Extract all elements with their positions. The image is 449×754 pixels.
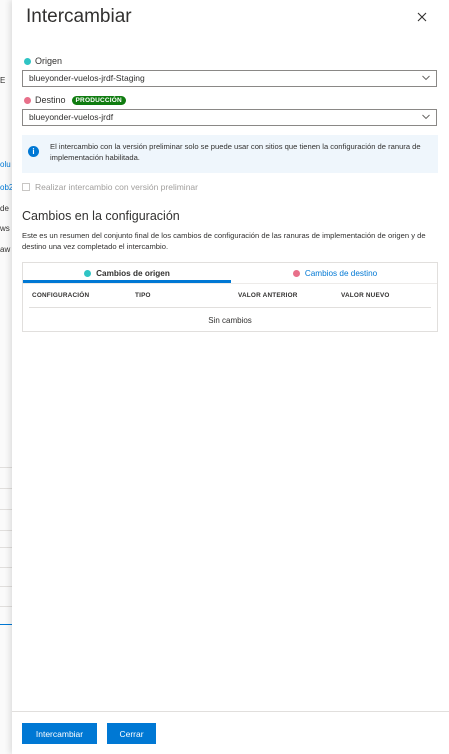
- background-divider: [0, 586, 12, 587]
- target-dot-icon: [292, 269, 300, 277]
- panel-title: Intercambiar: [26, 6, 132, 27]
- close-icon[interactable]: [415, 10, 429, 24]
- background-divider: [0, 606, 12, 607]
- chevron-down-icon: [422, 75, 430, 81]
- production-badge: PRODUCCIÓN: [71, 95, 126, 105]
- source-label-row: Origen: [24, 56, 62, 66]
- changes-tabs: Cambios de origen Cambios de destino CON…: [22, 262, 438, 332]
- background-divider: [0, 467, 12, 468]
- background-fragment: de: [0, 204, 9, 213]
- source-select[interactable]: blueyonder-vuelos-jrdf-Staging: [22, 70, 437, 87]
- info-text: El intercambio con la versión preliminar…: [50, 142, 421, 162]
- swap-button[interactable]: Intercambiar: [22, 723, 97, 744]
- background-fragment: ws: [0, 224, 10, 233]
- target-label: Destino: [35, 95, 66, 105]
- footer-divider: [12, 711, 449, 712]
- background-fragment: olu: [0, 160, 11, 169]
- config-changes-title: Cambios en la configuración: [22, 209, 180, 223]
- info-icon: i: [28, 146, 39, 157]
- table-header-divider: [29, 307, 431, 308]
- empty-changes-message: Sin cambios: [208, 316, 252, 325]
- tab-source-changes-label: Cambios de origen: [96, 268, 170, 278]
- background-divider: [0, 624, 12, 625]
- config-changes-description: Este es un resumen del conjunto final de…: [22, 231, 426, 251]
- column-header-configuration[interactable]: CONFIGURACIÓN: [32, 292, 89, 299]
- preview-swap-checkbox[interactable]: [22, 183, 30, 191]
- target-select-value: blueyonder-vuelos-jrdf: [29, 112, 114, 122]
- close-button[interactable]: Cerrar: [107, 723, 156, 744]
- background-fragment: E: [0, 76, 6, 85]
- source-select-value: blueyonder-vuelos-jrdf-Staging: [29, 73, 145, 83]
- background-divider: [0, 530, 12, 531]
- background-divider: [0, 488, 12, 489]
- preview-swap-option: Realizar intercambio con versión prelimi…: [22, 182, 198, 192]
- column-header-type[interactable]: TIPO: [135, 292, 151, 299]
- target-dot-icon: [24, 96, 31, 104]
- target-label-row: Destino PRODUCCIÓN: [24, 95, 126, 105]
- background-divider: [0, 567, 12, 568]
- column-header-new-value[interactable]: VALOR NUEVO: [341, 292, 390, 299]
- source-dot-icon: [24, 57, 31, 65]
- chevron-down-icon: [422, 114, 430, 120]
- column-header-old-value[interactable]: VALOR ANTERIOR: [238, 292, 298, 299]
- tab-target-changes[interactable]: Cambios de destino: [231, 263, 439, 283]
- background-divider: [0, 509, 12, 510]
- swap-panel: Intercambiar Origen blueyonder-vuelos-jr…: [12, 0, 449, 754]
- tab-target-changes-label: Cambios de destino: [304, 268, 378, 278]
- source-label: Origen: [35, 56, 63, 66]
- target-select[interactable]: blueyonder-vuelos-jrdf: [22, 109, 437, 126]
- tab-divider: [23, 283, 437, 284]
- info-banner: i El intercambio con la versión prelimin…: [22, 135, 438, 173]
- source-dot-icon: [84, 269, 92, 277]
- background-divider: [0, 547, 12, 548]
- preview-swap-label: Realizar intercambio con versión prelimi…: [35, 182, 198, 192]
- background-fragment: aw: [0, 245, 11, 254]
